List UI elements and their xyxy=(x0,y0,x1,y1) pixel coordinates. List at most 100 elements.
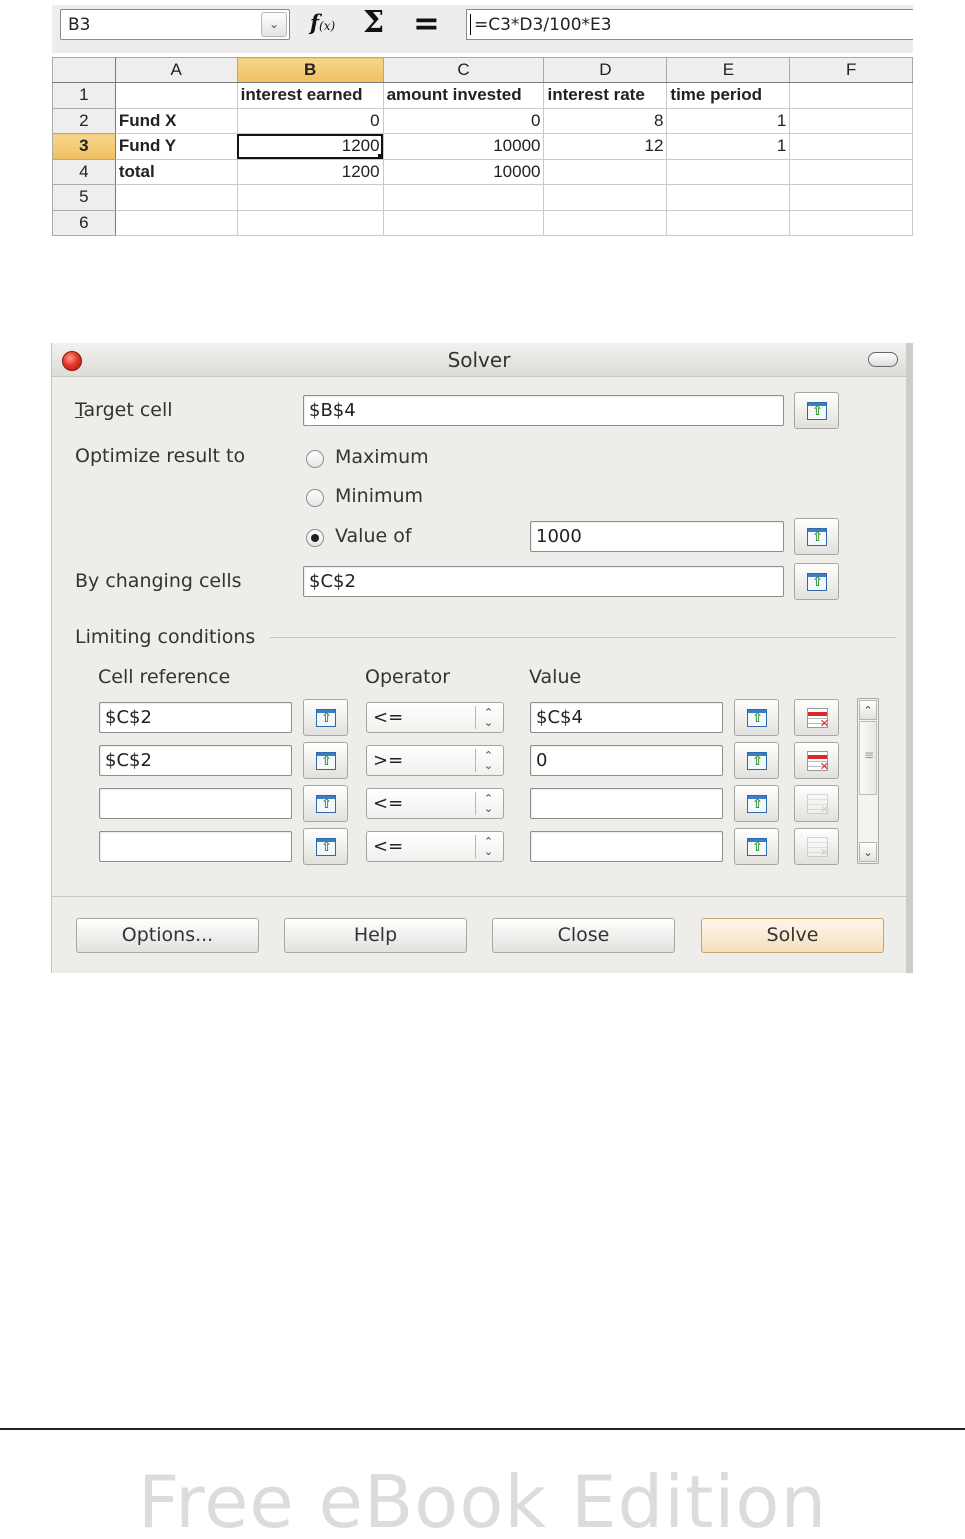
cell-e1[interactable]: time period xyxy=(666,82,791,109)
help-button[interactable]: Help xyxy=(284,918,467,953)
cell-d1[interactable]: interest rate xyxy=(543,82,668,109)
condition-4-remove-button[interactable] xyxy=(794,828,839,865)
scroll-up-arrow-icon[interactable]: ⌃ xyxy=(859,700,877,720)
cell-f6[interactable] xyxy=(789,210,913,236)
condition-3-cell-shrink-button[interactable] xyxy=(303,785,348,822)
cell-c5[interactable] xyxy=(383,184,545,211)
cell-f2[interactable] xyxy=(789,108,913,134)
row-header[interactable]: 4 xyxy=(52,159,116,185)
column-header-b[interactable]: B xyxy=(237,57,384,83)
select-all-corner[interactable] xyxy=(52,57,116,83)
condition-1-cell-input[interactable]: $C$2 xyxy=(99,702,292,733)
cell-a4[interactable]: total xyxy=(115,159,238,185)
minimum-radio[interactable] xyxy=(306,489,324,507)
solve-button[interactable]: Solve xyxy=(701,918,884,953)
row-header[interactable]: 2 xyxy=(52,108,116,134)
fill-handle[interactable] xyxy=(377,153,383,159)
changing-cells-shrink-button[interactable] xyxy=(794,563,839,600)
value-of-shrink-button[interactable] xyxy=(794,518,839,555)
target-cell-shrink-button[interactable] xyxy=(794,392,839,429)
cell-a2[interactable]: Fund X xyxy=(115,108,238,134)
function-wizard-icon[interactable]: f(x) xyxy=(310,10,335,35)
value-of-radio[interactable] xyxy=(306,529,324,547)
cell-e6[interactable] xyxy=(666,210,791,236)
cell-e3[interactable]: 1 xyxy=(666,133,791,160)
function-icon[interactable]: = xyxy=(413,4,440,42)
name-box[interactable]: B3 ⌄ xyxy=(60,9,290,40)
dialog-titlebar[interactable]: Solver xyxy=(52,343,906,377)
column-header-c[interactable]: C xyxy=(383,57,545,83)
cell-b5[interactable] xyxy=(237,184,384,211)
conditions-scrollbar[interactable]: ⌃ ⌄ xyxy=(857,698,879,864)
cell-e2[interactable]: 1 xyxy=(666,108,791,134)
cell-c4[interactable]: 10000 xyxy=(383,159,545,185)
condition-3-cell-input[interactable] xyxy=(99,788,292,819)
condition-3-value-shrink-button[interactable] xyxy=(734,785,779,822)
target-cell-input[interactable]: $B$4 xyxy=(303,395,784,426)
condition-2-value-input[interactable]: 0 xyxy=(530,745,723,776)
cell-d3[interactable]: 12 xyxy=(543,133,668,160)
scroll-down-arrow-icon[interactable]: ⌄ xyxy=(859,842,877,862)
cell-f3[interactable] xyxy=(789,133,913,160)
row-header[interactable]: 5 xyxy=(52,184,116,211)
cell-f1[interactable] xyxy=(789,82,913,109)
condition-2-remove-button[interactable] xyxy=(794,742,839,779)
maximum-label[interactable]: Maximum xyxy=(335,446,429,468)
condition-1-cell-shrink-button[interactable] xyxy=(303,699,348,736)
cell-a5[interactable] xyxy=(115,184,238,211)
cell-c6[interactable] xyxy=(383,210,545,236)
cell-b6[interactable] xyxy=(237,210,384,236)
condition-1-remove-button[interactable] xyxy=(794,699,839,736)
condition-2-cell-shrink-button[interactable] xyxy=(303,742,348,779)
condition-3-operator-select[interactable]: <= ⌃ ⌄ xyxy=(366,788,504,819)
column-header-d[interactable]: D xyxy=(543,57,668,83)
cell-e5[interactable] xyxy=(666,184,791,211)
condition-4-cell-input[interactable] xyxy=(99,831,292,862)
options-button[interactable]: Options... xyxy=(76,918,259,953)
row-header[interactable]: 6 xyxy=(52,210,116,236)
condition-2-operator-select[interactable]: >= ⌃ ⌄ xyxy=(366,745,504,776)
condition-4-value-shrink-button[interactable] xyxy=(734,828,779,865)
column-header-a[interactable]: A xyxy=(115,57,238,83)
cell-d5[interactable] xyxy=(543,184,668,211)
row-header[interactable]: 3 xyxy=(52,133,116,160)
cell-d6[interactable] xyxy=(543,210,668,236)
condition-4-operator-select[interactable]: <= ⌃ ⌄ xyxy=(366,831,504,862)
cell-a3[interactable]: Fund Y xyxy=(115,133,238,160)
condition-2-value-shrink-button[interactable] xyxy=(734,742,779,779)
maximum-radio[interactable] xyxy=(306,450,324,468)
formula-input[interactable]: =C3*D3/100*E3 xyxy=(466,9,913,40)
condition-1-value-shrink-button[interactable] xyxy=(734,699,779,736)
value-of-input[interactable]: 1000 xyxy=(530,521,784,552)
condition-2-cell-input[interactable]: $C$2 xyxy=(99,745,292,776)
column-header-e[interactable]: E xyxy=(666,57,791,83)
condition-1-operator-select[interactable]: <= ⌃ ⌄ xyxy=(366,702,504,733)
column-header-f[interactable]: F xyxy=(789,57,913,83)
changing-cells-input[interactable]: $C$2 xyxy=(303,566,784,597)
condition-1-value-input[interactable]: $C$4 xyxy=(530,702,723,733)
cell-b2[interactable]: 0 xyxy=(237,108,384,134)
value-of-label[interactable]: Value of xyxy=(335,525,412,547)
row-header[interactable]: 1 xyxy=(52,82,116,109)
scrollbar-thumb[interactable] xyxy=(859,721,877,795)
cell-f4[interactable] xyxy=(789,159,913,185)
chevron-down-icon[interactable]: ⌄ xyxy=(261,12,287,37)
cell-c2[interactable]: 0 xyxy=(383,108,545,134)
condition-3-value-input[interactable] xyxy=(530,788,723,819)
minimum-label[interactable]: Minimum xyxy=(335,485,423,507)
cell-e4[interactable] xyxy=(666,159,791,185)
close-button[interactable]: Close xyxy=(492,918,675,953)
condition-4-value-input[interactable] xyxy=(530,831,723,862)
cell-f5[interactable] xyxy=(789,184,913,211)
cell-a1[interactable] xyxy=(115,82,238,109)
cell-b4[interactable]: 1200 xyxy=(237,159,384,185)
window-maximize-icon[interactable] xyxy=(868,352,898,367)
cell-d2[interactable]: 8 xyxy=(543,108,668,134)
cell-b1[interactable]: interest earned xyxy=(237,82,384,109)
condition-3-remove-button[interactable] xyxy=(794,785,839,822)
cell-c3[interactable]: 10000 xyxy=(383,133,545,160)
active-cell-b3[interactable]: 1200 xyxy=(237,133,384,160)
sum-icon[interactable]: Σ xyxy=(363,5,384,40)
cell-d4[interactable] xyxy=(543,159,668,185)
condition-4-cell-shrink-button[interactable] xyxy=(303,828,348,865)
